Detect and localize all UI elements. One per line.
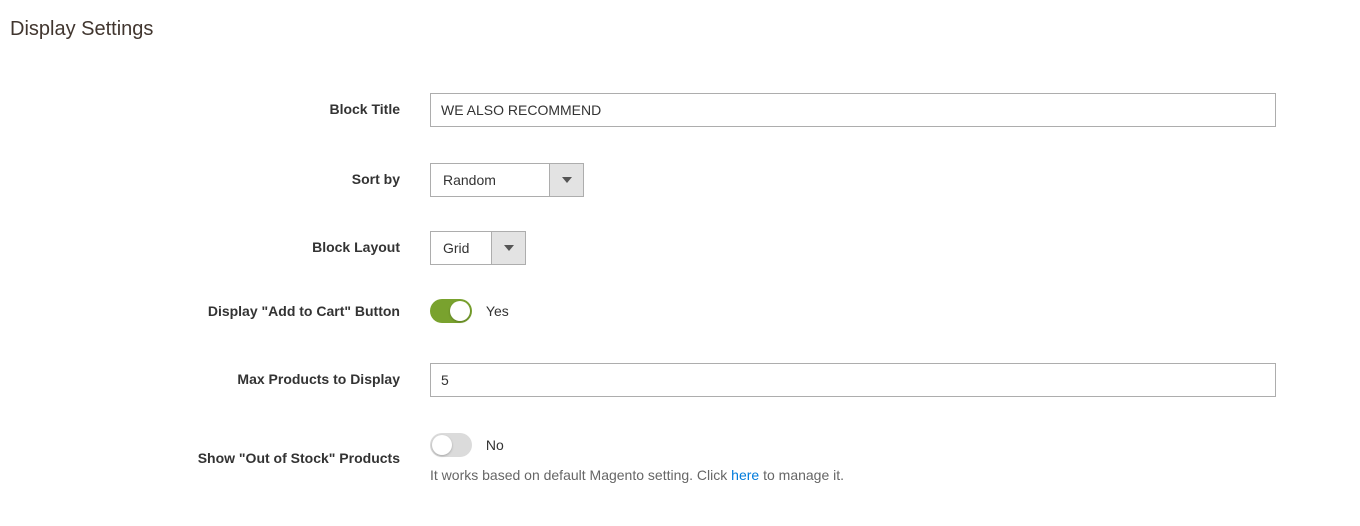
label-max-products: Max Products to Display (10, 363, 430, 387)
label-block-title: Block Title (10, 93, 430, 117)
field-row-max-products: Max Products to Display (10, 363, 1350, 397)
block-layout-value: Grid (431, 232, 491, 264)
section-heading: Display Settings (10, 18, 1350, 41)
label-sort-by: Sort by (10, 163, 430, 187)
hint-text-post: to manage it. (759, 467, 844, 483)
field-row-sort-by: Sort by Random (10, 163, 1350, 197)
field-row-add-to-cart: Display "Add to Cart" Button Yes (10, 299, 1350, 323)
field-row-block-layout: Block Layout Grid (10, 231, 1350, 265)
out-of-stock-toggle-text: No (486, 437, 504, 453)
field-row-out-of-stock: Show "Out of Stock" Products No It works… (10, 433, 1350, 483)
sort-by-value: Random (431, 164, 549, 196)
max-products-input[interactable] (430, 363, 1276, 397)
sort-by-select[interactable]: Random (430, 163, 584, 197)
label-out-of-stock: Show "Out of Stock" Products (10, 450, 430, 466)
toggle-knob (450, 301, 470, 321)
sort-by-dropdown-button[interactable] (549, 164, 583, 196)
display-settings-form: Block Title Sort by Random Block Layout … (10, 93, 1350, 483)
block-layout-select[interactable]: Grid (430, 231, 526, 265)
caret-down-icon (504, 245, 514, 251)
add-to-cart-toggle[interactable] (430, 299, 472, 323)
hint-text-pre: It works based on default Magento settin… (430, 467, 731, 483)
block-title-input[interactable] (430, 93, 1276, 127)
field-row-block-title: Block Title (10, 93, 1350, 127)
add-to-cart-toggle-text: Yes (486, 303, 509, 319)
caret-down-icon (562, 177, 572, 183)
block-layout-dropdown-button[interactable] (491, 232, 525, 264)
out-of-stock-toggle[interactable] (430, 433, 472, 457)
label-block-layout: Block Layout (10, 231, 430, 255)
hint-link[interactable]: here (731, 467, 759, 483)
toggle-knob (432, 435, 452, 455)
label-add-to-cart: Display "Add to Cart" Button (10, 303, 430, 319)
out-of-stock-hint: It works based on default Magento settin… (430, 467, 1310, 483)
